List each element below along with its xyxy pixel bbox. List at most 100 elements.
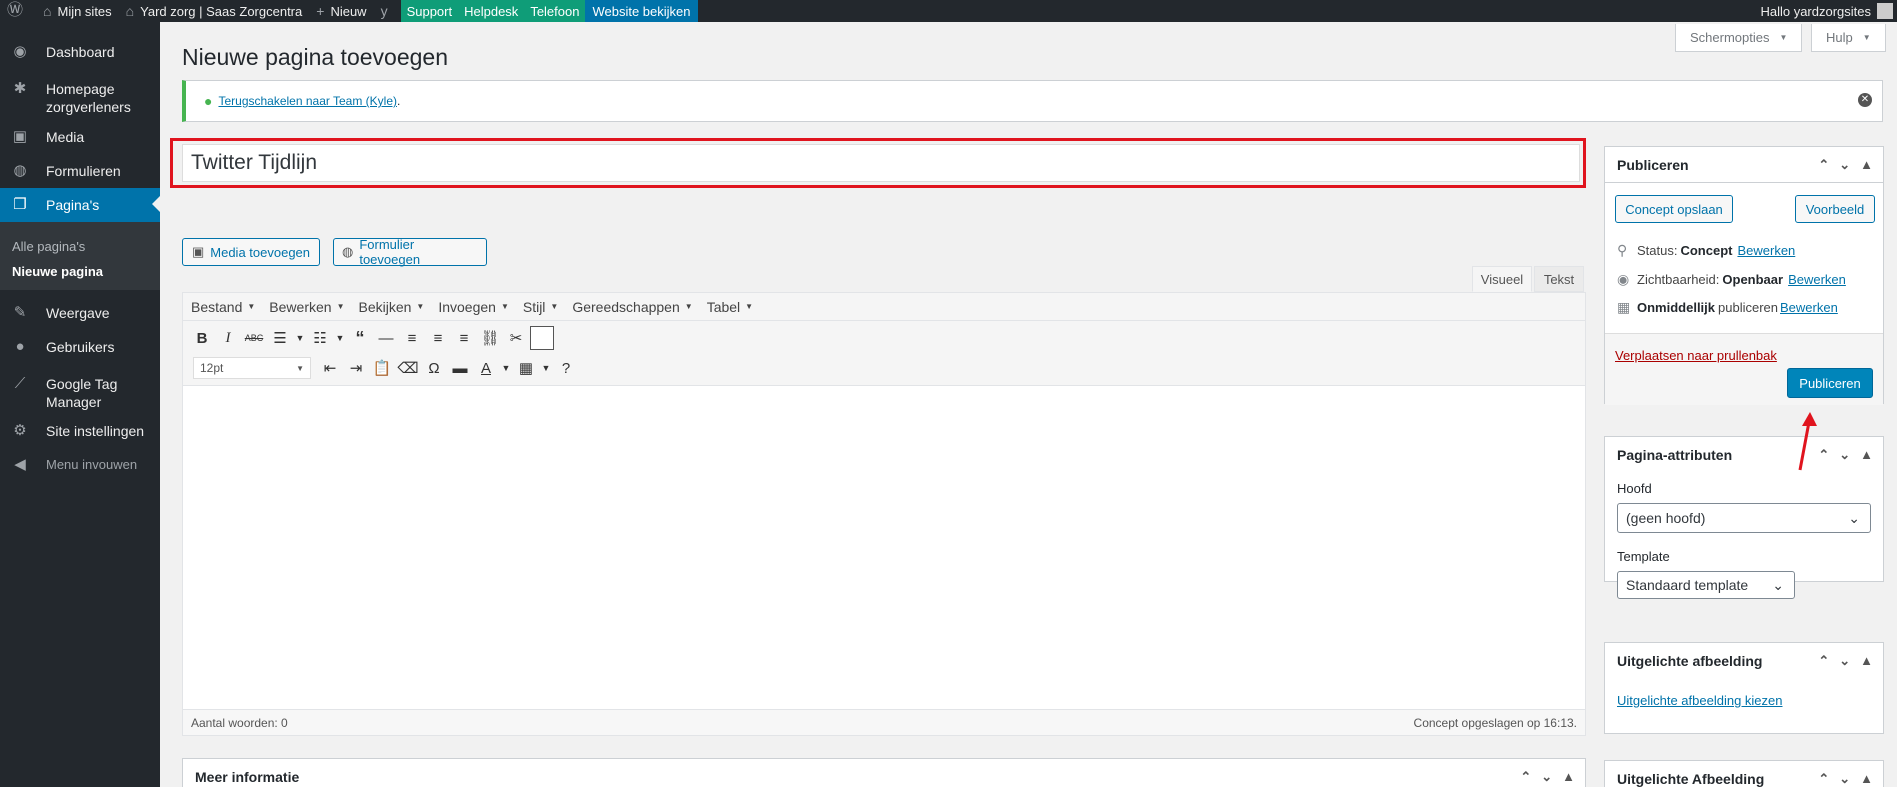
table-icon[interactable]: ▦: [513, 356, 539, 380]
admin-sidebar: ◉ Dashboard ✱ Homepage zorgverleners ▣ M…: [0, 22, 160, 787]
chevron-down-icon[interactable]: ⌄: [1839, 771, 1850, 787]
site-name-link[interactable]: ⌂ Yard zorg | Saas Zorgcentra: [119, 0, 310, 22]
sidebar-item-site-settings[interactable]: ⚙ Site instellingen: [0, 422, 160, 440]
help-button[interactable]: Hulp ▼: [1811, 24, 1886, 52]
sidebar-item-media[interactable]: ▣ Media: [0, 128, 160, 146]
font-size-select[interactable]: 12pt ▼: [193, 357, 311, 379]
text-color-icon[interactable]: A: [473, 356, 499, 380]
menu-view[interactable]: Bekijken ▼: [358, 299, 424, 315]
toggle-panel-icon[interactable]: ▲: [1860, 447, 1873, 463]
edit-schedule-link[interactable]: Bewerken: [1780, 300, 1838, 315]
sidebar-item-homepage[interactable]: ✱ Homepage zorgverleners: [0, 80, 160, 116]
eraser-icon[interactable]: ⌫: [395, 356, 421, 380]
toolbar-toggle-icon[interactable]: [529, 326, 555, 350]
sidebar-item-appearance[interactable]: ✎ Weergave: [0, 304, 160, 322]
chevron-up-icon[interactable]: ⌃: [1818, 653, 1829, 669]
caret-down-icon[interactable]: ▼: [499, 356, 513, 380]
chevron-up-icon[interactable]: ⌃: [1818, 157, 1829, 173]
add-form-button[interactable]: ◍ Formulier toevoegen: [333, 237, 487, 267]
chevron-down-icon[interactable]: ⌄: [1839, 653, 1850, 669]
editor-content-area[interactable]: [183, 386, 1585, 704]
link-icon[interactable]: ⛓: [477, 326, 503, 350]
screen-options-button[interactable]: Schermopties ▼: [1675, 24, 1803, 52]
align-center-icon[interactable]: ≡: [425, 326, 451, 350]
sidebar-item-pages[interactable]: ❐ Pagina's: [0, 188, 160, 222]
caret-down-icon[interactable]: ▼: [333, 326, 347, 350]
wp-logo-icon[interactable]: Ⓦ: [0, 0, 36, 22]
sidebar-item-dashboard[interactable]: ◉ Dashboard: [0, 43, 160, 61]
omega-icon[interactable]: Ω: [421, 356, 447, 380]
caret-down-icon: ▼: [416, 302, 425, 311]
toggle-panel-icon[interactable]: ▲: [1860, 771, 1873, 787]
caret-down-icon[interactable]: ▼: [539, 356, 553, 380]
toggle-panel-icon[interactable]: ▲: [1860, 653, 1873, 669]
view-site-link[interactable]: Website bekijken: [585, 0, 698, 22]
sidebar-item-users[interactable]: ● Gebruikers: [0, 338, 160, 356]
strikethrough-icon[interactable]: ABC: [241, 326, 267, 350]
horizontal-line-icon[interactable]: —: [373, 326, 399, 350]
my-sites-link[interactable]: ⌂ Mijn sites: [36, 0, 119, 22]
set-featured-image-link[interactable]: Uitgelichte afbeelding kiezen: [1617, 693, 1783, 708]
blockquote-icon[interactable]: “: [347, 326, 373, 350]
add-media-button[interactable]: ▣ Media toevoegen: [182, 238, 320, 266]
chevron-up-icon[interactable]: ⌃: [1520, 769, 1531, 785]
publish-header[interactable]: Publiceren ⌃ ⌄ ▲: [1605, 147, 1883, 183]
paste-text-icon[interactable]: 📋: [369, 356, 395, 380]
account-menu[interactable]: Hallo yardzorgsites: [1753, 0, 1897, 22]
chevron-up-icon[interactable]: ⌃: [1818, 771, 1829, 787]
parent-select[interactable]: (geen hoofd) ⌄: [1617, 503, 1871, 533]
chevron-down-icon[interactable]: ⌄: [1839, 157, 1850, 173]
tab-text[interactable]: Tekst: [1534, 266, 1584, 292]
indent-icon[interactable]: ⇥: [343, 356, 369, 380]
menu-insert[interactable]: Invoegen ▼: [438, 299, 509, 315]
align-right-icon[interactable]: ≡: [451, 326, 477, 350]
caret-down-icon: ▼: [684, 302, 693, 311]
align-left-icon[interactable]: ≡: [399, 326, 425, 350]
menu-edit[interactable]: Bewerken ▼: [269, 299, 344, 315]
template-select[interactable]: Standaard template ⌄: [1617, 571, 1795, 599]
yoast-icon[interactable]: y: [374, 0, 401, 22]
menu-table[interactable]: Tabel ▼: [707, 299, 753, 315]
page-break-icon[interactable]: ▬: [447, 356, 473, 380]
dismiss-notice-icon[interactable]: ✕: [1858, 93, 1872, 107]
bold-icon[interactable]: B: [189, 326, 215, 350]
menu-format[interactable]: Stijl ▼: [523, 299, 558, 315]
italic-icon[interactable]: I: [215, 326, 241, 350]
bullet-list-icon[interactable]: ☰: [267, 326, 293, 350]
numbered-list-icon[interactable]: ☷: [307, 326, 333, 350]
menu-tools[interactable]: Gereedschappen ▼: [572, 299, 692, 315]
move-to-trash-link[interactable]: Verplaatsen naar prullenbak: [1615, 348, 1777, 363]
sidebar-item-gtm[interactable]: ⟋ Google Tag Manager: [0, 375, 160, 411]
phone-link[interactable]: Telefoon: [524, 0, 586, 22]
plus-icon: +: [316, 3, 325, 19]
parent-label: Hoofd: [1617, 481, 1652, 496]
menu-file[interactable]: Bestand ▼: [191, 299, 255, 315]
help-icon[interactable]: ?: [553, 356, 579, 380]
tab-visual[interactable]: Visueel: [1472, 266, 1532, 292]
chevron-down-icon[interactable]: ⌄: [1541, 769, 1552, 785]
edit-visibility-link[interactable]: Bewerken: [1788, 272, 1846, 287]
sidebar-item-forms[interactable]: ◍ Formulieren: [0, 162, 160, 180]
support-link[interactable]: Support: [400, 0, 459, 22]
chevron-down-icon[interactable]: ⌄: [1839, 447, 1850, 463]
outdent-icon[interactable]: ⇤: [317, 356, 343, 380]
featured-image-2-header[interactable]: Uitgelichte Afbeelding ⌃ ⌄ ▲: [1605, 761, 1883, 787]
page-attributes-header[interactable]: Pagina-attributen ⌃ ⌄ ▲: [1605, 437, 1883, 473]
caret-down-icon[interactable]: ▼: [293, 326, 307, 350]
unlink-icon[interactable]: ✂: [503, 326, 529, 350]
featured-image-header[interactable]: Uitgelichte afbeelding ⌃ ⌄ ▲: [1605, 643, 1883, 679]
submenu-new-page[interactable]: Nieuwe pagina: [0, 259, 160, 284]
new-content-link[interactable]: + Nieuw: [309, 0, 373, 22]
save-draft-button[interactable]: Concept opslaan: [1615, 195, 1733, 223]
toggle-panel-icon[interactable]: ▲: [1860, 157, 1873, 173]
publish-button[interactable]: Publiceren: [1787, 368, 1873, 398]
post-title-input[interactable]: Twitter Tijdlijn: [182, 144, 1580, 182]
toggle-panel-icon[interactable]: ▲: [1562, 769, 1575, 785]
helpdesk-link[interactable]: Helpdesk: [458, 0, 525, 22]
more-info-header[interactable]: Meer informatie ⌃ ⌄ ▲: [183, 759, 1585, 787]
edit-status-link[interactable]: Bewerken: [1737, 243, 1795, 258]
preview-button[interactable]: Voorbeeld: [1795, 195, 1875, 223]
collapse-menu-button[interactable]: ◀ Menu invouwen: [0, 456, 160, 474]
switch-back-link[interactable]: Terugschakelen naar Team (Kyle): [218, 94, 397, 108]
submenu-all-pages[interactable]: Alle pagina's: [0, 234, 160, 259]
